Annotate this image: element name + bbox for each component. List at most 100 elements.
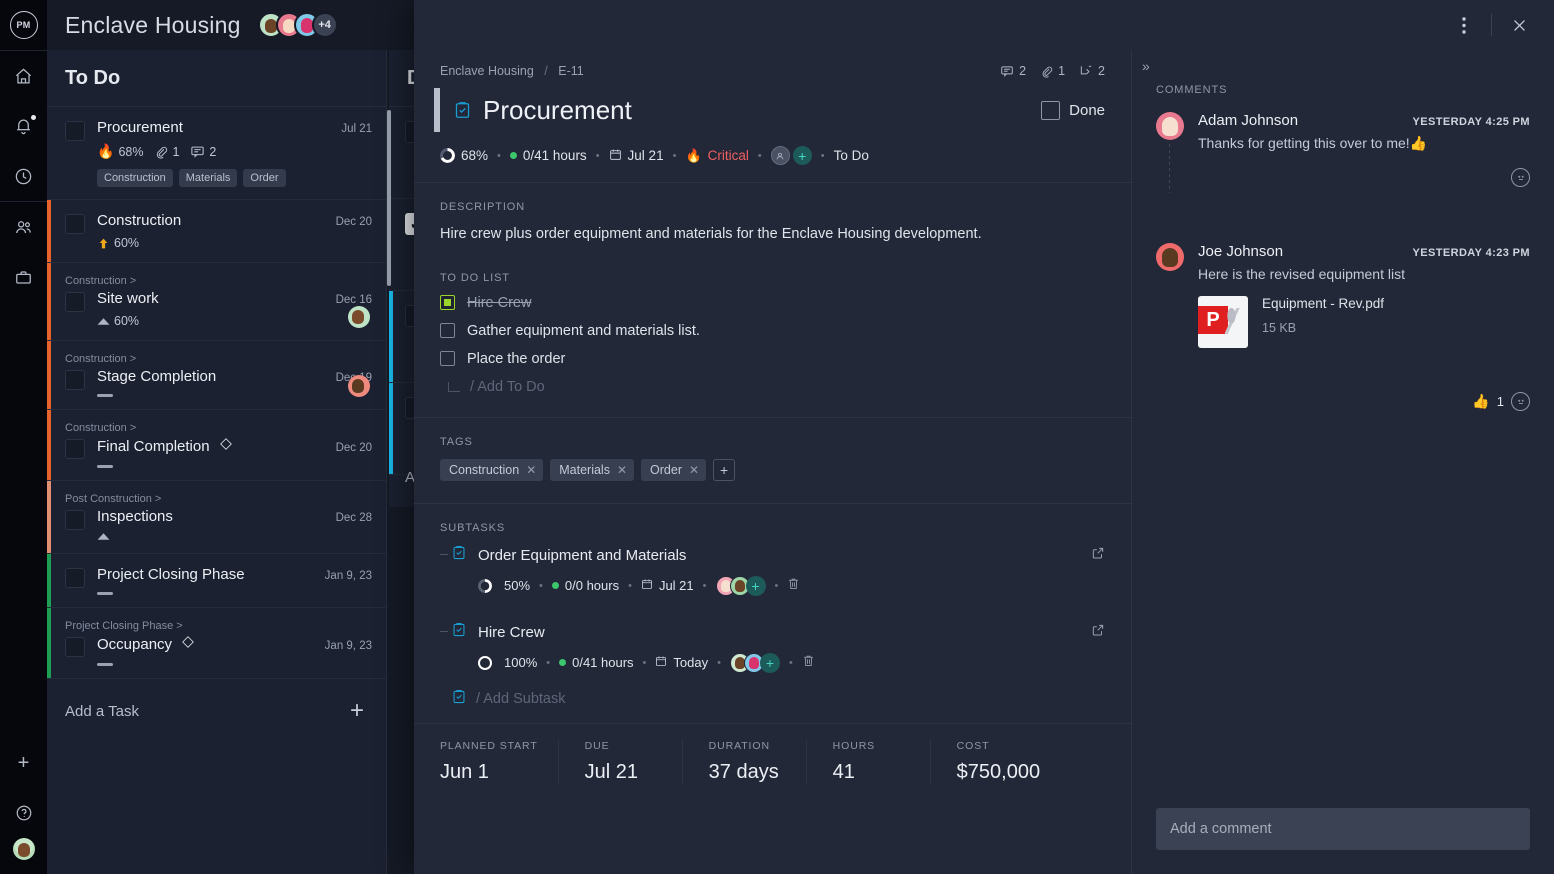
close-icon[interactable] xyxy=(1502,8,1536,42)
add-reaction-icon[interactable] xyxy=(1511,392,1530,411)
task-card[interactable]: Construction > Stage Completion Dec 19 xyxy=(47,341,386,410)
stat-value[interactable]: Jun 1 xyxy=(440,761,538,784)
comment-author-avatar[interactable] xyxy=(1156,243,1184,271)
more-options-icon[interactable] xyxy=(1447,8,1481,42)
open-subtask-icon[interactable] xyxy=(1091,546,1105,565)
subtask-progress-chip[interactable]: 50% xyxy=(478,578,530,593)
add-assignee-button[interactable]: + xyxy=(792,146,812,165)
priority-chip[interactable]: 🔥 Critical xyxy=(685,148,748,164)
breadcrumb-task-id[interactable]: E-11 xyxy=(558,64,583,78)
task-assignee-avatar[interactable] xyxy=(348,375,370,397)
done-checkbox[interactable] xyxy=(1041,100,1061,120)
project-members[interactable]: +4 xyxy=(257,12,338,38)
due-date-chip[interactable]: Jul 21 xyxy=(609,148,664,164)
anonymous-avatar-icon[interactable] xyxy=(770,146,790,165)
status-chip[interactable]: To Do xyxy=(834,148,869,163)
task-checkbox[interactable] xyxy=(65,292,85,312)
open-subtask-icon[interactable] xyxy=(1091,623,1105,642)
task-card[interactable]: Construction Dec 20 60% xyxy=(47,200,386,263)
subtask-hours-chip[interactable]: 0/41 hours xyxy=(559,655,634,670)
todo-item[interactable]: Hire Crew xyxy=(440,295,1105,311)
todo-item[interactable]: Gather equipment and materials list. xyxy=(440,323,1105,339)
subtask-count-icon[interactable]: 2 xyxy=(1079,64,1105,78)
task-tag[interactable]: Order xyxy=(243,169,286,187)
breadcrumb-project[interactable]: Enclave Housing xyxy=(440,64,534,78)
task-card[interactable]: Project Closing Phase > Occupancy Jan 9,… xyxy=(47,608,386,679)
thumbs-up-icon[interactable]: 👍 xyxy=(1472,393,1489,410)
description-text[interactable]: Hire crew plus order equipment and mater… xyxy=(440,224,1105,246)
tag-chip[interactable]: Materials ✕ xyxy=(550,458,635,481)
briefcase-icon[interactable] xyxy=(0,252,47,302)
subtask-title[interactable]: Hire Crew xyxy=(478,624,545,641)
add-subtask-row[interactable]: / Add Subtask xyxy=(440,689,1105,709)
home-icon[interactable] xyxy=(0,51,47,101)
stat-value[interactable]: $750,000 xyxy=(957,761,1040,784)
delete-subtask-icon[interactable] xyxy=(787,577,800,594)
progress-chip[interactable]: 68% xyxy=(440,148,488,163)
task-checkbox[interactable] xyxy=(65,568,85,588)
user-avatar[interactable] xyxy=(12,838,35,860)
tag-chip[interactable]: Construction ✕ xyxy=(440,458,544,481)
add-reaction-icon[interactable] xyxy=(1511,168,1530,187)
todo-checkbox[interactable] xyxy=(440,323,455,339)
subtask-progress-chip[interactable]: 100% xyxy=(478,655,537,670)
task-checkbox[interactable] xyxy=(65,370,85,390)
subtask-row[interactable]: Order Equipment and Materials 50% • 0/0 … xyxy=(440,545,1105,596)
task-checkbox[interactable] xyxy=(65,121,85,141)
task-checkbox[interactable] xyxy=(65,439,85,459)
assignee-chip[interactable]: + xyxy=(770,146,812,165)
task-card[interactable]: Procurement Jul 21 🔥 68% 1 2 Constructio… xyxy=(47,107,386,200)
attachment-filename[interactable]: Equipment - Rev.pdf xyxy=(1262,296,1384,311)
task-title[interactable]: Procurement xyxy=(483,95,632,126)
comment-count-icon[interactable]: 2 xyxy=(1000,64,1026,78)
comment-input[interactable] xyxy=(1156,808,1530,850)
task-checkbox[interactable] xyxy=(65,214,85,234)
attachment-count-icon[interactable]: 1 xyxy=(1040,64,1065,78)
stat-value[interactable]: 37 days xyxy=(709,761,786,784)
task-assignee-avatar[interactable] xyxy=(348,306,370,328)
hours-chip[interactable]: 0/41 hours xyxy=(509,148,587,163)
stat-value[interactable]: 41 xyxy=(833,761,910,784)
todo-checkbox-checked[interactable] xyxy=(440,295,455,311)
app-logo[interactable]: PM xyxy=(0,0,47,50)
tag-remove-icon[interactable]: ✕ xyxy=(526,463,536,477)
member-overflow-badge[interactable]: +4 xyxy=(311,12,338,38)
todo-item[interactable]: Place the order xyxy=(440,351,1105,367)
task-card[interactable]: Construction > Final Completion Dec 20 xyxy=(47,410,386,481)
delete-subtask-icon[interactable] xyxy=(802,654,815,671)
tag-remove-icon[interactable]: ✕ xyxy=(617,463,627,477)
task-checkbox[interactable] xyxy=(65,637,85,657)
subtask-assignees[interactable]: + xyxy=(715,575,766,596)
add-task-button[interactable]: Add a Task + xyxy=(47,679,386,743)
stat-value[interactable]: Jul 21 xyxy=(585,761,662,784)
task-checkbox[interactable] xyxy=(65,510,85,530)
task-tag[interactable]: Construction xyxy=(97,169,173,187)
add-assignee-button[interactable]: + xyxy=(745,575,766,596)
task-card[interactable]: Post Construction > Inspections Dec 28 xyxy=(47,481,386,554)
add-todo-row[interactable]: / Add To Do xyxy=(448,379,1105,395)
add-assignee-button[interactable]: + xyxy=(759,652,780,673)
tag-chip[interactable]: Order ✕ xyxy=(641,458,707,481)
subtask-hours-chip[interactable]: 0/0 hours xyxy=(551,578,619,593)
done-toggle[interactable]: Done xyxy=(1041,100,1105,120)
add-tag-button[interactable]: + xyxy=(713,458,736,481)
subtask-date-chip[interactable]: Jul 21 xyxy=(641,578,694,593)
todo-checkbox[interactable] xyxy=(440,351,455,367)
help-icon[interactable] xyxy=(0,788,47,838)
task-detail-scroll[interactable]: Enclave Housing / E-11 2 1 2 Procurement… xyxy=(414,50,1131,874)
clock-icon[interactable] xyxy=(0,151,47,201)
comments-list[interactable]: Adam Johnson YESTERDAY 4:25 PM Thanks fo… xyxy=(1132,96,1554,808)
tag-remove-icon[interactable]: ✕ xyxy=(689,463,699,477)
task-tag[interactable]: Materials xyxy=(178,169,238,187)
subtask-row[interactable]: Hire Crew 100% • 0/41 hours • Today • + … xyxy=(440,622,1105,673)
task-card[interactable]: Construction > Site work Dec 16 60% xyxy=(47,263,386,341)
add-icon[interactable]: + xyxy=(0,738,47,788)
collapse-panel-icon[interactable]: » xyxy=(1132,50,1554,74)
subtask-assignees[interactable]: + xyxy=(729,652,780,673)
subtask-title[interactable]: Order Equipment and Materials xyxy=(478,547,686,564)
column-scrollbar[interactable] xyxy=(387,110,391,286)
comment-attachment[interactable]: Equipment - Rev.pdf 15 KB xyxy=(1198,296,1530,348)
comment-author-avatar[interactable] xyxy=(1156,112,1184,140)
task-card[interactable]: Project Closing Phase Jan 9, 23 xyxy=(47,554,386,608)
bell-icon[interactable] xyxy=(0,101,47,151)
